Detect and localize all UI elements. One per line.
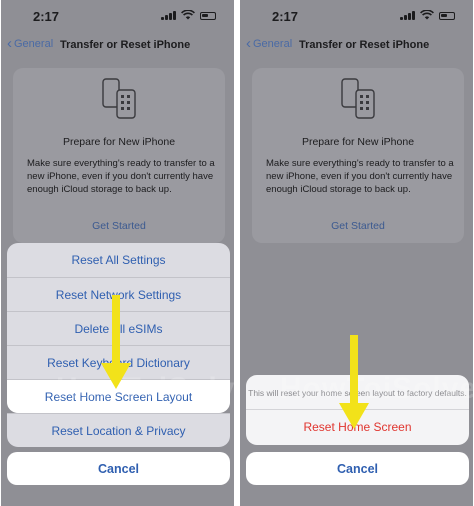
delete-esims-option[interactable]: Delete All eSIMs (7, 311, 230, 345)
get-started-link[interactable]: Get Started (252, 220, 464, 232)
reset-location-privacy-option[interactable]: Reset Location & Privacy (7, 413, 230, 447)
reset-home-screen-button[interactable]: Reset Home Screen (246, 411, 469, 443)
status-icons (400, 10, 455, 20)
prepare-card: Prepare for New iPhone Make sure everyth… (252, 68, 464, 243)
cancel-button[interactable]: Cancel (246, 452, 469, 485)
reset-all-settings-option[interactable]: Reset All Settings (7, 243, 230, 277)
get-started-link[interactable]: Get Started (13, 220, 225, 232)
back-button[interactable]: ‹ General (7, 35, 54, 52)
back-label: General (14, 38, 54, 50)
reset-keyboard-dictionary-option[interactable]: Reset Keyboard Dictionary (7, 345, 230, 379)
status-time: 2:17 (33, 9, 60, 24)
wifi-icon (420, 10, 434, 20)
cancel-button[interactable]: Cancel (7, 452, 230, 485)
reset-network-settings-option[interactable]: Reset Network Settings (7, 277, 230, 311)
confirm-reset-sheet: This will reset your home screen layout … (246, 375, 469, 445)
right-screenshot: 2:17 ‹ General Transfer or Reset iPhone (240, 0, 473, 506)
chevron-left-icon: ‹ (246, 35, 251, 52)
reset-home-screen-layout-option[interactable]: Reset Home Screen Layout (7, 379, 230, 413)
prepare-card: Prepare for New iPhone Make sure everyth… (13, 68, 225, 243)
left-screenshot: 2:17 ‹ General Transfer or Reset iPhone (1, 0, 234, 506)
reset-location-row-container: Reset Location & Privacy (7, 413, 230, 447)
nav-bar: ‹ General Transfer or Reset iPhone (1, 36, 234, 56)
status-time: 2:17 (272, 9, 299, 24)
card-description: Make sure everything's ready to transfer… (27, 158, 215, 195)
card-description: Make sure everything's ready to transfer… (266, 158, 454, 195)
divider (246, 409, 469, 410)
confirm-message: This will reset your home screen layout … (248, 388, 467, 398)
wifi-icon (181, 10, 195, 20)
transfer-phones-icon (341, 78, 375, 119)
chevron-left-icon: ‹ (7, 35, 12, 52)
battery-icon (200, 12, 216, 20)
cellular-signal-icon (161, 11, 176, 20)
back-label: General (253, 38, 293, 50)
page-title: Transfer or Reset iPhone (299, 39, 430, 51)
battery-icon (439, 12, 455, 20)
card-title: Prepare for New iPhone (62, 136, 176, 148)
card-title: Prepare for New iPhone (301, 136, 415, 148)
back-button[interactable]: ‹ General (246, 35, 293, 52)
status-icons (161, 10, 216, 20)
page-title: Transfer or Reset iPhone (60, 39, 191, 51)
nav-bar: ‹ General Transfer or Reset iPhone (240, 36, 473, 56)
reset-options-sheet: Reset All Settings Reset Network Setting… (7, 243, 230, 413)
cellular-signal-icon (400, 11, 415, 20)
transfer-phones-icon (102, 78, 136, 119)
